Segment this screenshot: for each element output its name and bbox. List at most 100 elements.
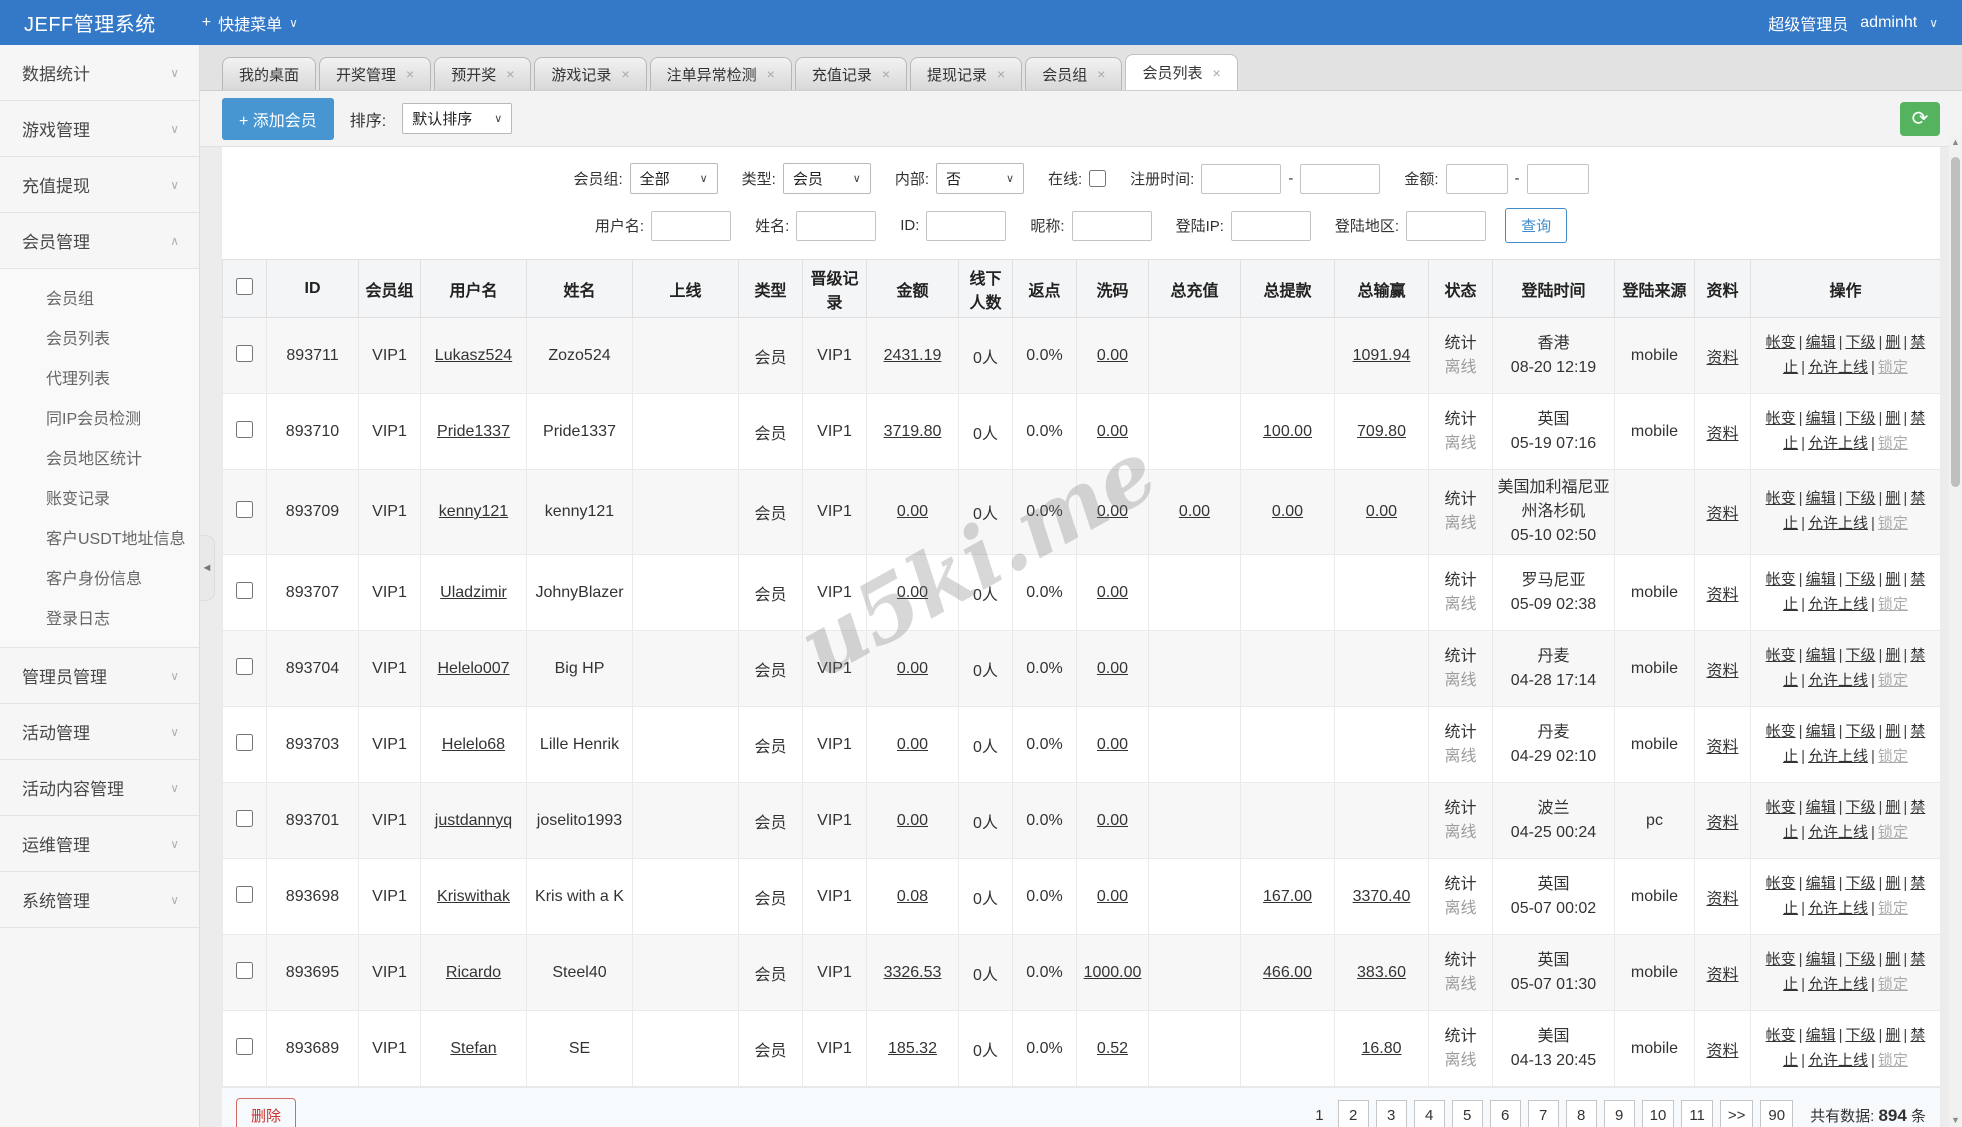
- amount-link[interactable]: 185.32: [888, 1040, 937, 1057]
- amount-link[interactable]: 0.00: [897, 584, 928, 601]
- internal-select[interactable]: 否 ∨: [936, 163, 1024, 194]
- op-允许上线-link[interactable]: 允许上线: [1808, 900, 1868, 917]
- row-checkbox[interactable]: [236, 581, 253, 599]
- scrollbar-thumb[interactable]: [1951, 157, 1960, 487]
- op-编辑-link[interactable]: 编辑: [1806, 875, 1836, 892]
- total-winloss-link[interactable]: 3370.40: [1353, 888, 1411, 905]
- op-允许上线-link[interactable]: 允许上线: [1808, 515, 1868, 532]
- username-link[interactable]: Helelo68: [442, 736, 505, 753]
- sidebar-item-运维管理[interactable]: 运维管理 ∨: [0, 816, 199, 872]
- profile-link[interactable]: 资料: [1706, 426, 1738, 443]
- username-input[interactable]: [651, 210, 732, 241]
- op-锁定-link[interactable]: 锁定: [1878, 515, 1908, 532]
- row-checkbox[interactable]: [236, 344, 253, 362]
- tab-注单异常检测[interactable]: 注单异常检测 ×: [649, 57, 792, 90]
- op-锁定-link[interactable]: 锁定: [1878, 748, 1908, 765]
- wash-link[interactable]: 0.00: [1097, 888, 1128, 905]
- add-member-button[interactable]: + 添加会员: [222, 97, 334, 140]
- total-winloss-link[interactable]: 0.00: [1366, 503, 1397, 520]
- wash-link[interactable]: 0.00: [1097, 660, 1128, 677]
- op-锁定-link[interactable]: 锁定: [1878, 824, 1908, 841]
- status-stat-link[interactable]: 统计: [1433, 1025, 1488, 1049]
- sidebar-item-会员管理[interactable]: 会员管理 ∧: [0, 213, 199, 269]
- row-checkbox[interactable]: [236, 961, 253, 979]
- amount-link[interactable]: 0.00: [897, 812, 928, 829]
- group-select[interactable]: 全部 ∨: [629, 163, 718, 194]
- profile-link[interactable]: 资料: [1706, 663, 1738, 680]
- op-下级-link[interactable]: 下级: [1845, 723, 1875, 740]
- page-button-2[interactable]: 2: [1337, 1100, 1369, 1127]
- amount-link[interactable]: 0.00: [897, 660, 928, 677]
- username-link[interactable]: Uladzimir: [440, 584, 507, 601]
- sidebar-item-活动管理[interactable]: 活动管理 ∨: [0, 704, 199, 760]
- profile-link[interactable]: 资料: [1706, 739, 1738, 756]
- profile-link[interactable]: 资料: [1706, 967, 1738, 984]
- op-帐变-link[interactable]: 帐变: [1766, 799, 1796, 816]
- op-下级-link[interactable]: 下级: [1845, 647, 1875, 664]
- quick-menu-button[interactable]: + 快捷菜单 ∨: [202, 11, 298, 35]
- sidebar-subitem-会员列表[interactable]: 会员列表: [0, 317, 199, 357]
- row-checkbox[interactable]: [236, 420, 253, 438]
- op-删-link[interactable]: 删: [1885, 723, 1900, 740]
- id-input[interactable]: [926, 210, 1007, 241]
- sidebar-item-数据统计[interactable]: 数据统计 ∨: [0, 45, 199, 101]
- status-stat-link[interactable]: 统计: [1433, 408, 1488, 432]
- regtime-to-input[interactable]: [1300, 163, 1381, 194]
- profile-link[interactable]: 资料: [1706, 350, 1738, 367]
- total-withdraw-link[interactable]: 466.00: [1263, 964, 1312, 981]
- total-winloss-link[interactable]: 709.80: [1357, 423, 1406, 440]
- wash-link[interactable]: 0.00: [1097, 584, 1128, 601]
- delete-button[interactable]: 删除: [236, 1098, 297, 1127]
- sidebar-item-管理员管理[interactable]: 管理员管理 ∨: [0, 648, 199, 704]
- total-deposit-link[interactable]: 0.00: [1179, 503, 1210, 520]
- select-all-checkbox[interactable]: [236, 277, 253, 295]
- tab-游戏记录[interactable]: 游戏记录 ×: [534, 57, 647, 90]
- total-withdraw-link[interactable]: 167.00: [1263, 888, 1312, 905]
- page-button-3[interactable]: 3: [1375, 1100, 1407, 1127]
- amount-link[interactable]: 2431.19: [884, 347, 942, 364]
- op-帐变-link[interactable]: 帐变: [1766, 647, 1796, 664]
- tab-我的桌面[interactable]: 我的桌面: [222, 57, 317, 90]
- op-下级-link[interactable]: 下级: [1845, 951, 1875, 968]
- tab-充值记录[interactable]: 充值记录 ×: [794, 57, 908, 90]
- row-checkbox[interactable]: [236, 809, 253, 827]
- page-button-4[interactable]: 4: [1413, 1100, 1445, 1127]
- status-stat-link[interactable]: 统计: [1433, 949, 1488, 973]
- wash-link[interactable]: 0.52: [1097, 1040, 1128, 1057]
- op-删-link[interactable]: 删: [1885, 571, 1900, 588]
- op-编辑-link[interactable]: 编辑: [1806, 799, 1836, 816]
- close-icon[interactable]: ×: [1097, 66, 1105, 82]
- op-允许上线-link[interactable]: 允许上线: [1808, 359, 1868, 376]
- sort-select[interactable]: 默认排序 ∨: [402, 103, 513, 134]
- page-button-6[interactable]: 6: [1489, 1100, 1521, 1127]
- sidebar-subitem-会员地区统计[interactable]: 会员地区统计: [0, 437, 199, 477]
- regtime-from-input[interactable]: [1201, 163, 1282, 194]
- page-button-5[interactable]: 5: [1451, 1100, 1483, 1127]
- status-stat-link[interactable]: 统计: [1433, 332, 1488, 356]
- profile-link[interactable]: 资料: [1706, 1043, 1738, 1060]
- op-帐变-link[interactable]: 帐变: [1766, 951, 1796, 968]
- status-stat-link[interactable]: 统计: [1433, 797, 1488, 821]
- username-link[interactable]: Kriswithak: [437, 888, 510, 905]
- op-允许上线-link[interactable]: 允许上线: [1808, 824, 1868, 841]
- page-button-7[interactable]: 7: [1527, 1100, 1559, 1127]
- total-withdraw-link[interactable]: 0.00: [1272, 503, 1303, 520]
- type-select[interactable]: 会员 ∨: [782, 163, 871, 194]
- username-link[interactable]: Lukasz524: [435, 347, 512, 364]
- sidebar-subitem-客户身份信息[interactable]: 客户身份信息: [0, 557, 199, 597]
- page-button-9[interactable]: 9: [1603, 1100, 1635, 1127]
- op-帐变-link[interactable]: 帐变: [1766, 723, 1796, 740]
- username-link[interactable]: kenny121: [439, 503, 508, 520]
- total-winloss-link[interactable]: 16.80: [1361, 1040, 1401, 1057]
- amount-link[interactable]: 0.00: [897, 736, 928, 753]
- op-编辑-link[interactable]: 编辑: [1806, 334, 1836, 351]
- page-button-11[interactable]: 11: [1681, 1100, 1713, 1127]
- page-button-8[interactable]: 8: [1565, 1100, 1597, 1127]
- op-编辑-link[interactable]: 编辑: [1806, 410, 1836, 427]
- profile-link[interactable]: 资料: [1706, 506, 1738, 523]
- op-锁定-link[interactable]: 锁定: [1878, 359, 1908, 376]
- username-link[interactable]: justdannyq: [435, 812, 512, 829]
- wash-link[interactable]: 0.00: [1097, 503, 1128, 520]
- total-winloss-link[interactable]: 1091.94: [1353, 347, 1411, 364]
- op-编辑-link[interactable]: 编辑: [1806, 571, 1836, 588]
